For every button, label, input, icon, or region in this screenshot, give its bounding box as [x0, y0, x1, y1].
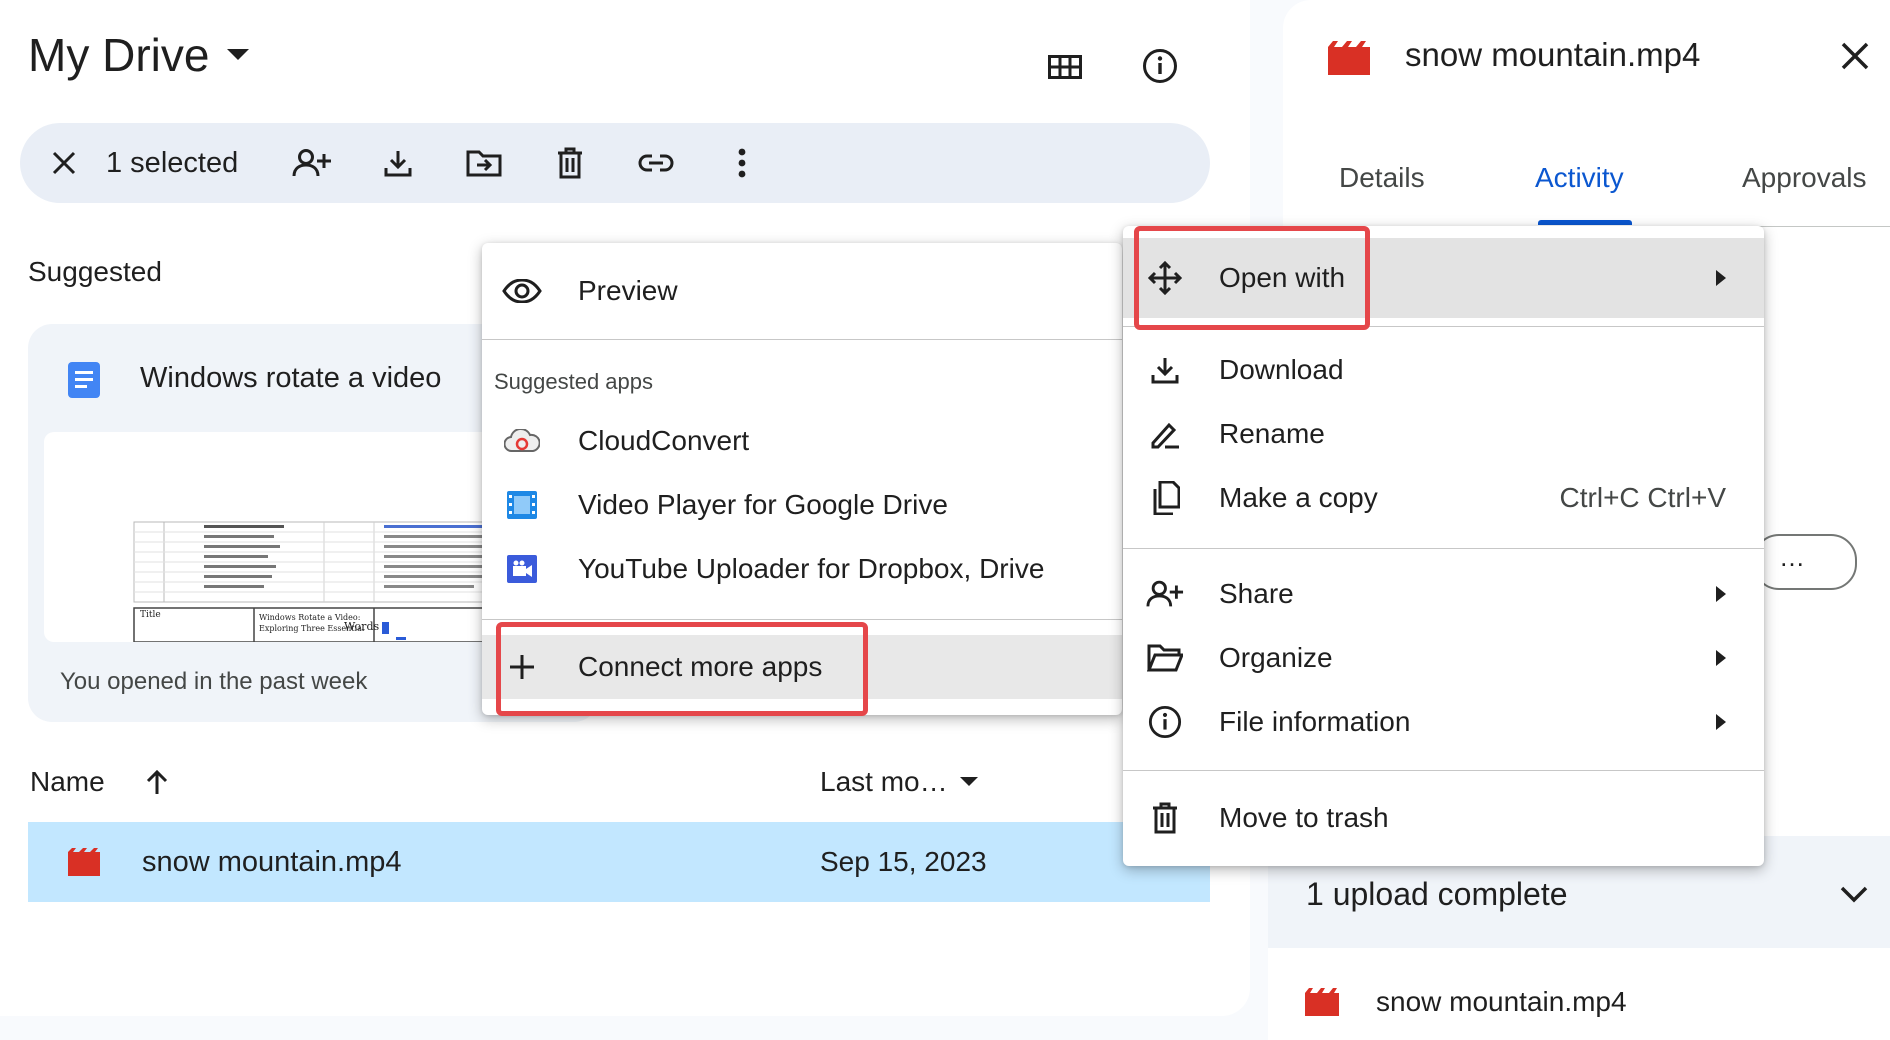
menu-item-file-information[interactable]: File information — [1123, 690, 1764, 754]
google-docs-icon — [64, 360, 104, 400]
share-label: Share — [1219, 578, 1294, 609]
drive-title-dropdown[interactable]: My Drive — [28, 28, 250, 82]
copy-link-icon[interactable] — [630, 137, 682, 189]
upload-status-panel: 1 upload complete snow mountain.mp4 — [1268, 836, 1890, 1040]
info-icon — [1145, 702, 1185, 742]
thumb-words-label: Words — [344, 620, 380, 633]
organize-label: Organize — [1219, 642, 1333, 673]
menu-item-download[interactable]: Download — [1123, 338, 1764, 402]
share-person-add-icon — [1145, 574, 1185, 614]
trash-icon[interactable] — [544, 137, 596, 189]
submenu-arrow-icon — [1716, 270, 1726, 286]
panel-file-title: snow mountain.mp4 — [1405, 36, 1701, 73]
video-file-icon — [66, 844, 102, 880]
last-modified-label: Last mo… — [820, 766, 948, 797]
video-camera-icon — [502, 549, 542, 589]
film-strip-icon — [502, 485, 542, 525]
menu-item-share[interactable]: Share — [1123, 562, 1764, 626]
open-with-move-icon — [1145, 258, 1185, 298]
submenu-arrow-icon — [1716, 586, 1726, 602]
make-copy-shortcut: Ctrl+C Ctrl+V — [1559, 482, 1726, 513]
tab-activity[interactable]: Activity — [1535, 162, 1624, 194]
rename-label: Rename — [1219, 418, 1325, 449]
more-actions-icon[interactable] — [716, 137, 768, 189]
thumb-title-label: Title — [140, 610, 161, 620]
name-column-label: Name — [30, 766, 105, 797]
video-file-icon — [1302, 984, 1342, 1020]
clear-selection-icon[interactable] — [38, 137, 90, 189]
menu-divider — [482, 619, 1122, 620]
tab-approvals[interactable]: Approvals — [1742, 162, 1867, 194]
preview-label: Preview — [578, 275, 678, 306]
youtube-uploader-label: YouTube Uploader for Dropbox, Drive — [578, 553, 1045, 584]
file-context-menu: Open with Download Rename Make a copy Ct… — [1123, 226, 1764, 866]
suggested-file-title: Windows rotate a video — [140, 362, 442, 394]
folder-open-icon — [1145, 638, 1185, 678]
table-row[interactable]: snow mountain.mp4 Sep 15, 2023 — [28, 822, 1210, 902]
file-modified-date: Sep 15, 2023 — [820, 846, 987, 877]
eye-icon — [502, 271, 542, 311]
uploaded-file-name: snow mountain.mp4 — [1376, 986, 1627, 1017]
menu-divider — [482, 339, 1122, 340]
menu-item-open-with[interactable]: Open with — [1123, 238, 1764, 318]
caret-down-icon — [227, 49, 250, 61]
panel-action-button[interactable]: … — [1753, 534, 1857, 590]
submenu-arrow-icon — [1716, 650, 1726, 666]
menu-item-youtube-uploader[interactable]: YouTube Uploader for Dropbox, Drive — [482, 537, 1122, 601]
file-name: snow mountain.mp4 — [142, 846, 402, 878]
open-with-label: Open with — [1219, 262, 1346, 293]
submenu-arrow-icon — [1716, 714, 1726, 730]
open-with-submenu: Preview Suggested apps CloudConvert Vide… — [482, 243, 1122, 716]
last-modified-header[interactable]: Last mo… — [820, 766, 978, 798]
menu-item-organize[interactable]: Organize — [1123, 626, 1764, 690]
file-information-label: File information — [1219, 706, 1411, 737]
close-icon[interactable] — [1833, 34, 1877, 78]
menu-divider — [1123, 548, 1764, 549]
move-to-trash-label: Move to trash — [1219, 802, 1389, 833]
selection-toolbar: 1 selected — [20, 123, 1210, 203]
menu-item-video-player[interactable]: Video Player for Google Drive — [482, 473, 1122, 537]
selection-count: 1 selected — [106, 147, 239, 179]
move-to-folder-icon[interactable] — [458, 137, 510, 189]
suggested-apps-heading: Suggested apps — [494, 369, 654, 394]
upload-title: 1 upload complete — [1306, 876, 1568, 912]
video-file-icon — [1327, 38, 1371, 78]
download-icon — [1145, 350, 1185, 390]
menu-item-rename[interactable]: Rename — [1123, 402, 1764, 466]
suggested-section-label: Suggested — [28, 256, 162, 287]
plus-icon — [502, 647, 542, 687]
copy-icon — [1145, 478, 1185, 518]
suggested-file-reason: You opened in the past week — [60, 668, 368, 695]
cloudconvert-label: CloudConvert — [578, 425, 750, 456]
grid-view-icon[interactable] — [1040, 42, 1090, 92]
download-label: Download — [1219, 354, 1344, 385]
caret-down-icon — [959, 777, 978, 787]
menu-item-preview[interactable]: Preview — [482, 259, 1122, 323]
menu-item-make-copy[interactable]: Make a copy Ctrl+C Ctrl+V — [1123, 466, 1764, 530]
menu-divider — [1123, 770, 1764, 771]
menu-item-cloudconvert[interactable]: CloudConvert — [482, 409, 1122, 473]
menu-divider — [1123, 326, 1764, 327]
chevron-down-icon[interactable] — [1834, 874, 1874, 914]
cloudconvert-icon — [502, 421, 542, 461]
trash-icon — [1145, 798, 1185, 838]
page-title: My Drive — [28, 29, 210, 81]
menu-item-move-to-trash[interactable]: Move to trash — [1123, 786, 1764, 850]
make-copy-label: Make a copy — [1219, 482, 1378, 513]
menu-item-connect-more-apps[interactable]: Connect more apps — [482, 635, 1122, 699]
connect-more-apps-label: Connect more apps — [578, 651, 823, 682]
pencil-icon — [1145, 414, 1185, 454]
sort-by-name-header[interactable]: Name — [30, 766, 169, 798]
sort-ascending-icon[interactable] — [145, 769, 169, 795]
active-tab-indicator — [1538, 220, 1632, 225]
share-person-add-icon[interactable] — [286, 137, 338, 189]
download-icon[interactable] — [372, 137, 424, 189]
video-player-label: Video Player for Google Drive — [578, 489, 948, 520]
info-icon[interactable] — [1134, 40, 1186, 92]
tab-details[interactable]: Details — [1339, 162, 1425, 194]
